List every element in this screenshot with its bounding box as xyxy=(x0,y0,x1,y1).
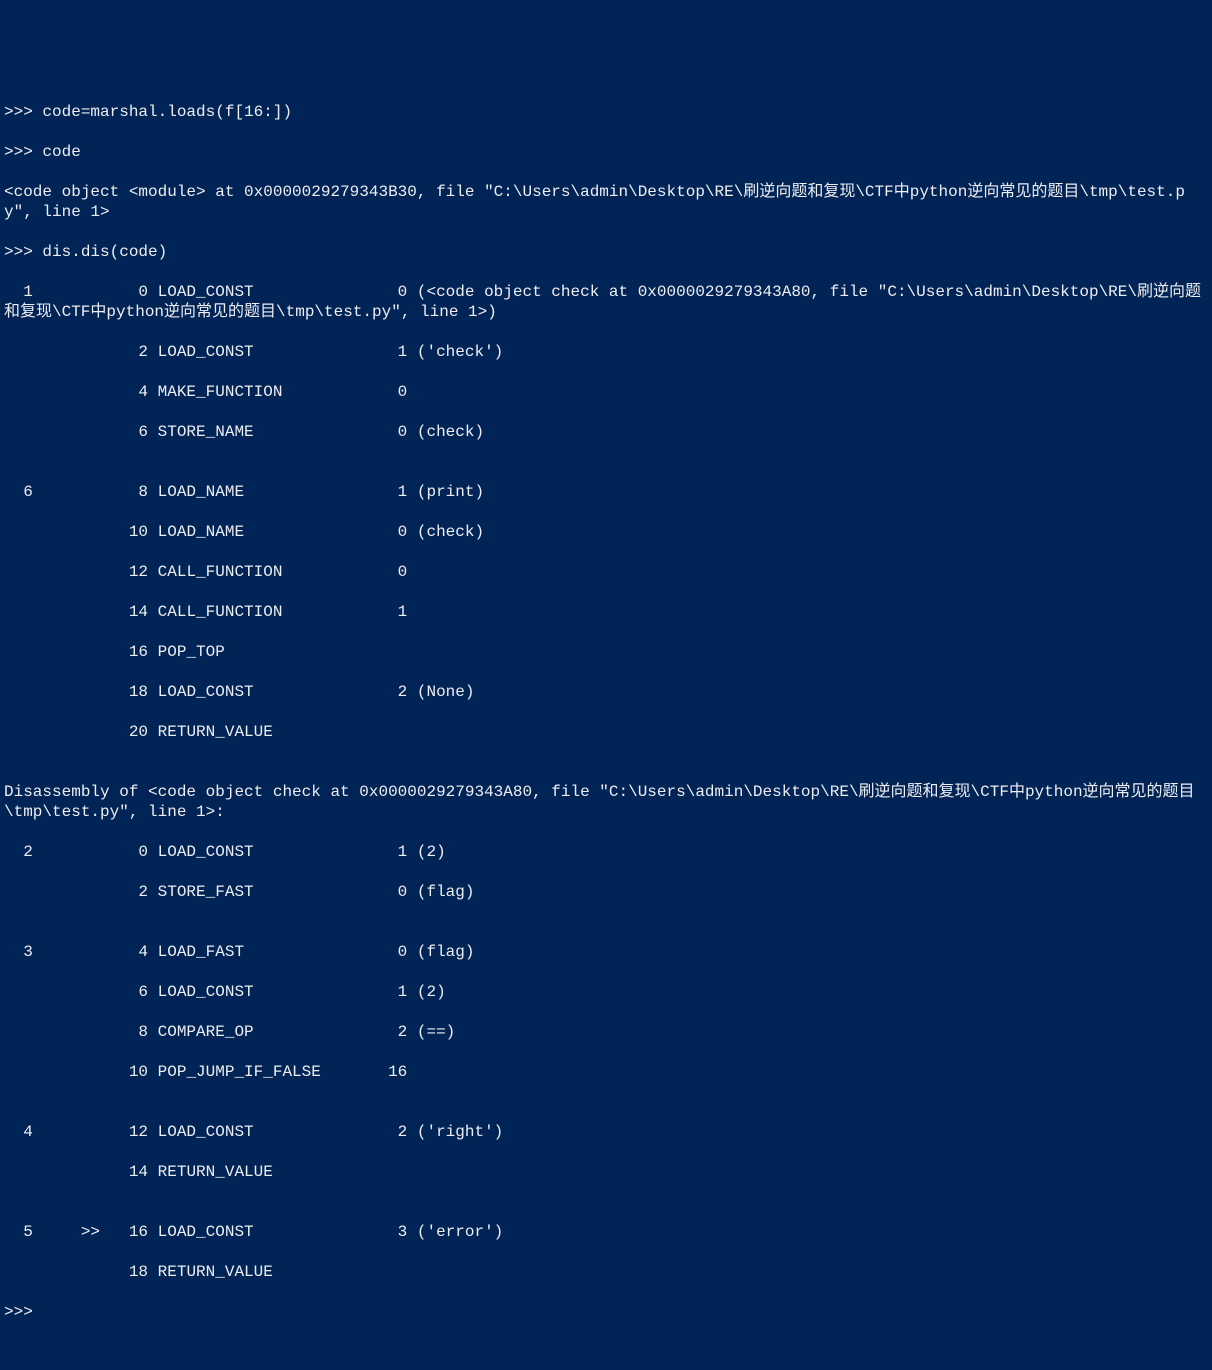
prompt-line[interactable]: >>> xyxy=(4,1302,1208,1322)
disasm-line: 4 MAKE_FUNCTION 0 xyxy=(4,382,1208,402)
prompt-line: >>> code=marshal.loads(f[16:]) xyxy=(4,102,1208,122)
disasm-line: 12 CALL_FUNCTION 0 xyxy=(4,562,1208,582)
output-line: <code object <module> at 0x0000029279343… xyxy=(4,182,1208,222)
disasm-line: 16 POP_TOP xyxy=(4,642,1208,662)
prompt-line: >>> code xyxy=(4,142,1208,162)
disasm-line: 2 LOAD_CONST 1 ('check') xyxy=(4,342,1208,362)
disasm-line: 3 4 LOAD_FAST 0 (flag) xyxy=(4,942,1208,962)
disasm-line: 18 RETURN_VALUE xyxy=(4,1262,1208,1282)
disasm-line: 10 LOAD_NAME 0 (check) xyxy=(4,522,1208,542)
disasm-line: 6 LOAD_CONST 1 (2) xyxy=(4,982,1208,1002)
disasm-line: 14 CALL_FUNCTION 1 xyxy=(4,602,1208,622)
prompt-line: >>> dis.dis(code) xyxy=(4,242,1208,262)
disasm-line: 2 0 LOAD_CONST 1 (2) xyxy=(4,842,1208,862)
disasm-line: 14 RETURN_VALUE xyxy=(4,1162,1208,1182)
disasm-line: 6 8 LOAD_NAME 1 (print) xyxy=(4,482,1208,502)
disasm-line: 18 LOAD_CONST 2 (None) xyxy=(4,682,1208,702)
disasm-line: 10 POP_JUMP_IF_FALSE 16 xyxy=(4,1062,1208,1082)
disasm-line: 6 STORE_NAME 0 (check) xyxy=(4,422,1208,442)
disasm-header: Disassembly of <code object check at 0x0… xyxy=(4,782,1208,822)
disasm-line: 20 RETURN_VALUE xyxy=(4,722,1208,742)
terminal-output[interactable]: >>> code=marshal.loads(f[16:]) >>> code … xyxy=(4,82,1208,1342)
disasm-line: 5 >> 16 LOAD_CONST 3 ('error') xyxy=(4,1222,1208,1242)
disasm-line: 2 STORE_FAST 0 (flag) xyxy=(4,882,1208,902)
disasm-line: 8 COMPARE_OP 2 (==) xyxy=(4,1022,1208,1042)
disasm-line: 4 12 LOAD_CONST 2 ('right') xyxy=(4,1122,1208,1142)
disasm-line: 1 0 LOAD_CONST 0 (<code object check at … xyxy=(4,282,1208,322)
